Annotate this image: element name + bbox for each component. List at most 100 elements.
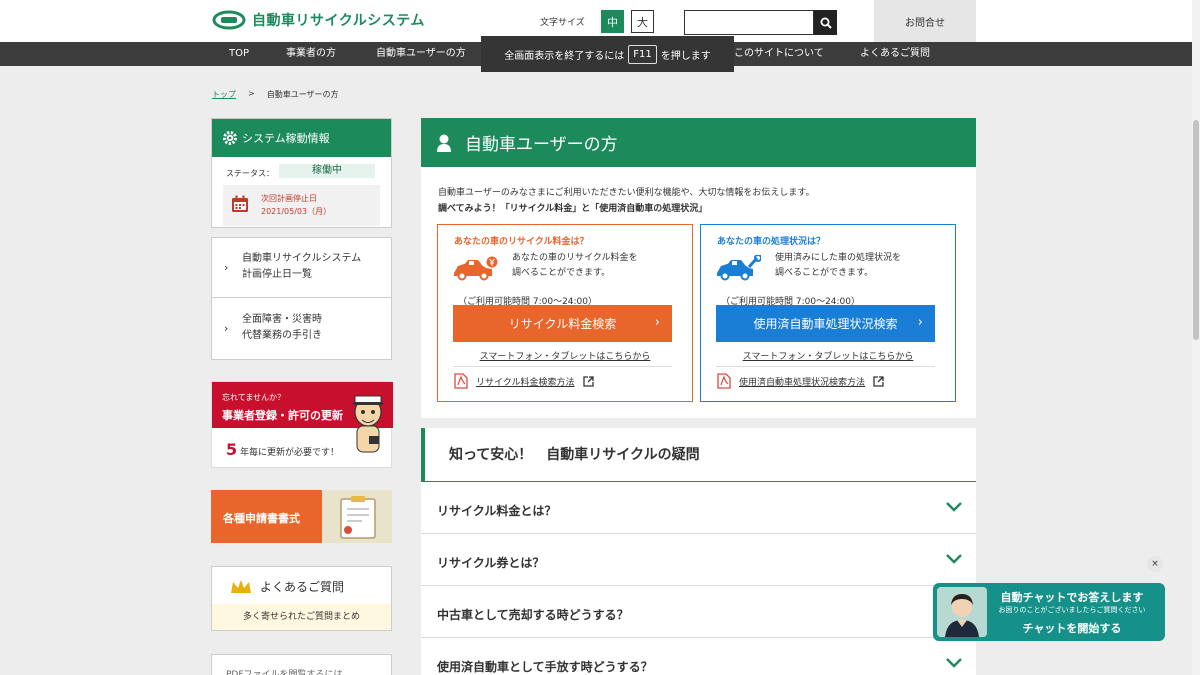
pdf-guide-link[interactable]: リサイクル料金検索方法 — [454, 373, 594, 389]
next-maintenance-date: 2021/05/03（月） — [261, 207, 332, 216]
font-size-medium-button[interactable]: 中 — [601, 10, 624, 33]
application-forms-banner[interactable]: 各種申請書書式 — [211, 490, 392, 543]
faq-banner-title: よくあるご質問 — [260, 580, 345, 594]
status-label: ステータス： — [226, 169, 274, 178]
faq-item[interactable]: 使用済自動車として手放す時どうする？ — [421, 638, 976, 675]
nav-item-car-users[interactable]: 自動車ユーザーの方 — [376, 42, 466, 66]
button-label: 使用済自動車処理状況検索 — [753, 317, 898, 331]
card-title: あなたの車のリサイクル料金は？ — [454, 237, 589, 247]
card-description-line2: 調べることができます。 — [512, 268, 611, 278]
renewal-banner[interactable]: 忘れてませんか？ 事業者登録・許可の更新 5 年毎に更新が必要です！ — [211, 381, 393, 468]
external-link-icon — [873, 375, 884, 387]
divider — [453, 366, 672, 367]
sidebar-link-line2: 計画停止日一覧 — [242, 269, 312, 280]
search-input[interactable] — [684, 10, 814, 35]
chat-widget[interactable]: 自動チャットでお答えします お困りのことがございましたらご質問ください チャット… — [933, 583, 1165, 641]
operator-icon — [945, 594, 979, 637]
nav-item-business[interactable]: 事業者の方 — [286, 42, 336, 66]
pdf-guide-label: 使用済自動車処理状況検索方法 — [739, 377, 866, 388]
faq-item[interactable]: リサイクル料金とは？ — [421, 482, 976, 534]
search-button[interactable] — [814, 10, 837, 35]
page-title-bar: 自動車ユーザーの方 — [421, 118, 976, 167]
status-badge: 稼働中 — [279, 164, 375, 178]
renewal-banner-title: 事業者登録・許可の更新 — [222, 409, 343, 422]
faq-banner[interactable]: よくあるご質問 多く寄せられたご質問まとめ — [211, 566, 392, 631]
faq-item[interactable]: リサイクル券とは？ — [421, 534, 976, 586]
recycling-fee-search-button[interactable]: リサイクル料金検索 › — [453, 305, 672, 342]
renewal-banner-small-text: 忘れてませんか？ — [222, 393, 286, 402]
card-description: あなたの車のリサイクル料金を 調べることができます。 — [512, 251, 638, 281]
application-forms-label: 各種申請書書式 — [223, 512, 300, 525]
system-status-header: システム稼動情報 — [212, 119, 391, 157]
card-title: あなたの車の処理状況は？ — [717, 237, 826, 247]
chat-start-label: チャットを開始する — [1022, 622, 1122, 635]
recycling-fee-card: あなたの車のリサイクル料金は？ あなたの車のリサイクル料金を 調べることができま… — [437, 224, 693, 402]
site-logo[interactable]: 自動車リサイクルシステム — [212, 10, 425, 30]
disposal-status-card: あなたの車の処理状況は？ 使用済みにした車の処理状況を 調べることができます。 … — [700, 224, 956, 402]
breadcrumb-current: 自動車ユーザーの方 — [266, 90, 339, 99]
nav-item-about[interactable]: このサイトについて — [734, 42, 824, 66]
forms-paper-area — [322, 490, 392, 543]
card-description: 使用済みにした車の処理状況を 調べることができます。 — [775, 251, 901, 281]
faq-question: 使用済自動車として手放す時どうする？ — [437, 660, 653, 674]
pdf-icon — [717, 373, 731, 389]
recycle-logo-icon — [212, 10, 246, 30]
pdf-guide-label: リサイクル料金検索方法 — [476, 377, 575, 388]
card-description-line2: 調べることができます。 — [775, 268, 874, 278]
faq-banner-header: よくあるご質問 — [230, 578, 344, 595]
next-maintenance-label: 次回計画停止日 — [261, 194, 317, 203]
mascot-icon — [353, 395, 383, 453]
chevron-down-icon — [946, 658, 962, 668]
system-status-panel: システム稼動情報 ステータス： 稼働中 次回計画停止日 2021/05/03（月… — [211, 118, 392, 228]
chevron-right-icon: › — [654, 315, 660, 330]
breadcrumb-separator: > — [248, 89, 255, 98]
sidebar-link-disaster-guide[interactable]: › 全面障害・災害時 代替業務の手引き — [211, 297, 392, 360]
sidebar-link-label: 全面障害・災害時 代替業務の手引き — [242, 312, 322, 344]
faq-question: 中古車として売却する時どうする？ — [437, 608, 629, 622]
chevron-down-icon — [946, 554, 962, 564]
pdf-viewer-banner[interactable]: PDFファイルを閲覧するには — [211, 654, 392, 675]
renewal-banner-note: 5 年毎に更新が必要です！ — [226, 440, 339, 459]
contact-button[interactable]: お問合せ — [874, 0, 976, 42]
pdf-viewer-banner-label: PDFファイルを閲覧するには — [226, 670, 343, 675]
chat-title: 自動チャットでお答えします — [1000, 591, 1144, 604]
nav-item-faq[interactable]: よくあるご質問 — [860, 42, 930, 66]
f11-key: F11 — [628, 44, 657, 64]
sidebar-link-line1: 全面障害・災害時 — [242, 314, 322, 325]
divider — [716, 366, 935, 367]
scrollbar-thumb[interactable] — [1193, 120, 1199, 340]
sidebar-link-maintenance-list[interactable]: › 自動車リサイクルシステム 計画停止日一覧 — [211, 237, 392, 298]
faq-question: リサイクル料金とは？ — [437, 504, 557, 518]
breadcrumb: トップ > 自動車ユーザーの方 — [212, 89, 339, 100]
chevron-down-icon — [946, 502, 962, 512]
smartphone-link[interactable]: スマートフォン・タブレットはこちらから — [438, 349, 692, 362]
intro-bold-text: 調べてみよう！「リサイクル料金」と「使用済自動車の処理状況」 — [438, 204, 708, 214]
nav-item-top[interactable]: TOP — [229, 42, 249, 66]
external-link-icon — [582, 375, 594, 387]
faq-item[interactable]: 中古車として売却する時どうする？ — [421, 586, 976, 638]
disposal-status-search-button[interactable]: 使用済自動車処理状況検索 › — [716, 305, 935, 342]
renewal-years-number: 5 — [226, 440, 238, 459]
calendar-icon — [232, 195, 248, 212]
font-size-large-button[interactable]: 大 — [631, 10, 654, 33]
faq-section: 知って安心！ 自動車リサイクルの疑問 リサイクル料金とは？ リサイクル券とは？ … — [421, 428, 976, 675]
font-size-label: 文字サイズ — [540, 18, 585, 28]
faq-banner-subtitle: 多く寄せられたご質問まとめ — [212, 604, 391, 630]
crown-icon — [231, 579, 251, 593]
operator-avatar — [937, 587, 987, 637]
car-wrench-icon — [717, 255, 761, 281]
chat-close-button[interactable]: × — [1147, 556, 1163, 572]
chevron-right-icon: › — [224, 322, 229, 335]
smartphone-link[interactable]: スマートフォン・タブレットはこちらから — [701, 349, 955, 362]
button-label: リサイクル料金検索 — [508, 317, 617, 331]
clipboard-icon — [340, 496, 376, 539]
breadcrumb-home-link[interactable]: トップ — [212, 89, 236, 100]
gear-icon — [223, 131, 237, 145]
sidebar-link-line2: 代替業務の手引き — [242, 330, 322, 341]
search-icon — [820, 17, 832, 29]
faq-section-title: 知って安心！ 自動車リサイクルの疑問 — [421, 428, 976, 482]
next-maintenance-box: 次回計画停止日 2021/05/03（月） — [223, 185, 380, 226]
sidebar-link-label: 自動車リサイクルシステム 計画停止日一覧 — [242, 251, 361, 283]
pdf-guide-link[interactable]: 使用済自動車処理状況検索方法 — [717, 373, 884, 389]
car-users-panel: 自動車ユーザーの方 自動車ユーザーのみなさまにご利用いただきたい便利な機能や、大… — [421, 118, 976, 418]
